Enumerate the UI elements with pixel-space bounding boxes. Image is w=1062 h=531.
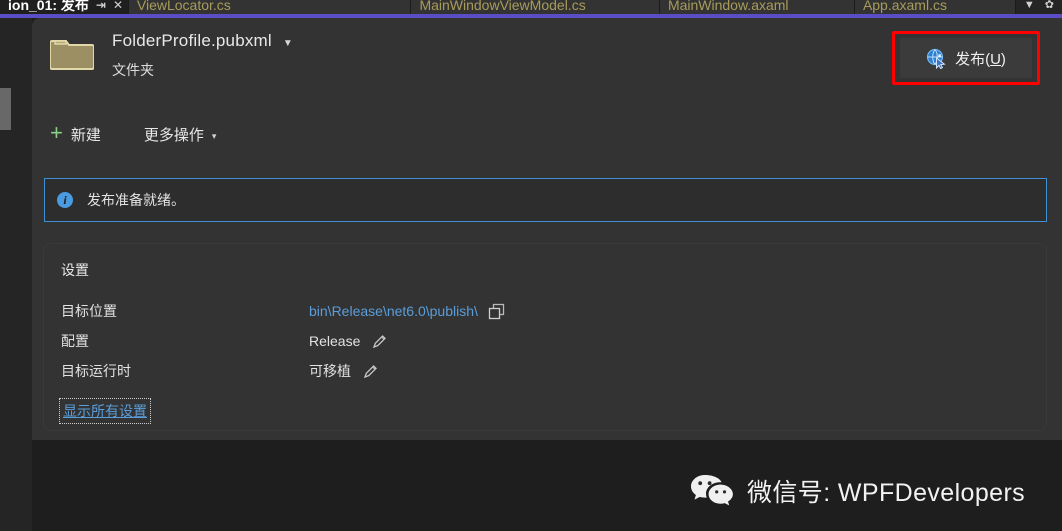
watermark: 微信号: WPFDevelopers <box>690 473 1025 509</box>
setting-value-target-location[interactable]: bin\Release\net6.0\publish\ <box>309 303 478 319</box>
publish-button-label: 发布(U) <box>955 50 1006 68</box>
publish-button[interactable]: 发布(U) <box>900 38 1032 78</box>
setting-label: 目标运行时 <box>61 363 131 379</box>
publish-window-shell: FolderProfile.pubxml ▼ 文件夹 发布(U) + 新建 更多… <box>0 18 1062 531</box>
tab-label: ion_01: 发布 <box>8 0 89 13</box>
setting-row-target-runtime: 目标运行时 可移植 <box>61 360 661 382</box>
copy-icon[interactable] <box>488 303 505 320</box>
show-all-settings-link[interactable]: 显示所有设置 <box>59 398 151 424</box>
setting-label: 目标位置 <box>61 303 117 319</box>
gear-icon[interactable]: ✿ <box>1045 0 1054 12</box>
profile-name-row[interactable]: FolderProfile.pubxml ▼ <box>112 31 293 51</box>
profile-type: 文件夹 <box>112 62 154 78</box>
pencil-icon[interactable] <box>362 363 379 380</box>
vertical-scrollbar-thumb[interactable] <box>0 88 11 130</box>
left-gutter <box>0 18 32 531</box>
setting-value-configuration: Release <box>309 333 361 349</box>
pin-icon[interactable]: ⇥ <box>96 0 106 12</box>
chevron-down-icon: ▾ <box>211 130 217 141</box>
profile-name: FolderProfile.pubxml <box>112 31 272 50</box>
setting-row-configuration: 配置 Release <box>61 330 661 352</box>
publish-ready-infobar: i 发布准备就绪。 <box>44 178 1047 222</box>
publish-panel: FolderProfile.pubxml ▼ 文件夹 发布(U) + 新建 更多… <box>32 18 1062 440</box>
chevron-down-icon[interactable]: ▼ <box>1024 0 1035 12</box>
tab-viewlocator[interactable]: ViewLocator.cs <box>128 0 412 14</box>
chevron-down-icon[interactable]: ▼ <box>283 38 293 49</box>
plus-icon: + <box>50 120 63 145</box>
publish-globe-icon <box>926 48 946 69</box>
tab-label: App.axaml.cs <box>862 0 947 13</box>
tab-label: MainWindow.axaml <box>667 0 789 13</box>
setting-row-target-location: 目标位置 bin\Release\net6.0\publish\ <box>61 300 661 322</box>
more-actions-button[interactable]: 更多操作 ▾ <box>144 124 217 145</box>
infobar-message: 发布准备就绪。 <box>87 192 185 208</box>
editor-tab-strip: ion_01: 发布 ⇥ ✕ ViewLocator.cs MainWindow… <box>0 0 1062 14</box>
pencil-icon[interactable] <box>371 333 388 350</box>
close-icon[interactable]: ✕ <box>113 0 123 12</box>
new-profile-button[interactable]: + 新建 <box>50 120 101 145</box>
info-icon: i <box>57 192 73 208</box>
tab-strip-controls: ▼ ✿ <box>1015 0 1062 14</box>
tab-mainwindow-axaml[interactable]: MainWindow.axaml <box>659 0 855 14</box>
tab-publish[interactable]: ion_01: 发布 ⇥ ✕ <box>0 0 129 14</box>
publish-toolbar: + 新建 更多操作 ▾ <box>50 120 217 145</box>
wechat-icon <box>691 475 733 506</box>
tab-mainwindowviewmodel[interactable]: MainWindowViewModel.cs <box>411 0 660 14</box>
tab-label: MainWindowViewModel.cs <box>419 0 586 13</box>
new-profile-label: 新建 <box>70 126 101 144</box>
tab-label: ViewLocator.cs <box>136 0 231 13</box>
folder-icon <box>50 40 94 70</box>
watermark-text: 微信号: WPFDevelopers <box>747 479 1026 507</box>
settings-title: 设置 <box>61 262 89 278</box>
tab-app-axaml-cs[interactable]: App.axaml.cs <box>854 0 1016 14</box>
settings-card: 设置 目标位置 bin\Release\net6.0\publish\ 配置 R… <box>44 244 1046 430</box>
profile-text-block: FolderProfile.pubxml ▼ 文件夹 <box>112 31 293 80</box>
publish-profile-header: FolderProfile.pubxml ▼ 文件夹 <box>50 31 293 80</box>
more-actions-label: 更多操作 <box>143 126 204 144</box>
setting-value-target-runtime: 可移植 <box>309 363 351 379</box>
setting-label: 配置 <box>61 333 89 349</box>
